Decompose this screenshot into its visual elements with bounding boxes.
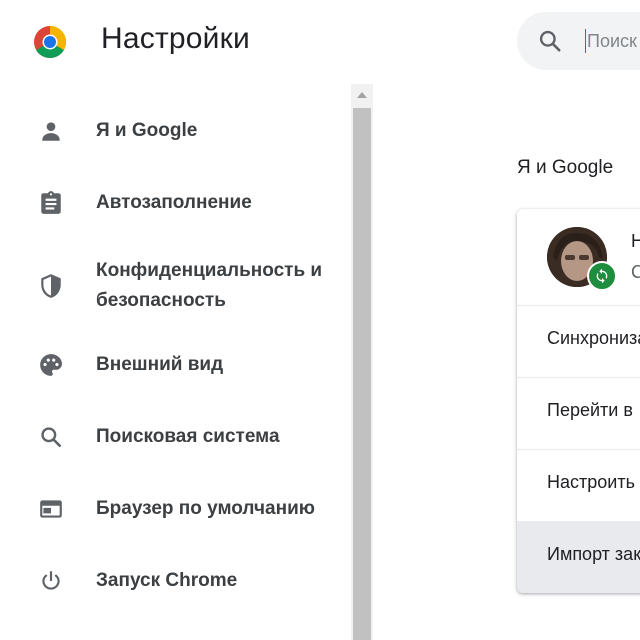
shield-icon [38,273,64,299]
import-bookmarks-row[interactable]: Импорт закладок [517,521,640,593]
row-label: Перейти в [547,400,633,420]
sidebar-item-label: Поисковая система [96,426,280,447]
you-and-google-card: Н С Синхронизация сервисов Google Перейт… [517,209,640,593]
go-to-account-row[interactable]: Перейти в [517,377,640,450]
sidebar-item-privacy-security[interactable]: Конфиденциальность и безопасность [0,254,351,318]
sidebar-item-default-browser[interactable]: Браузер по умолчанию [0,492,351,526]
sidebar-item-autofill[interactable]: Автозаполнение [0,186,351,220]
row-label: Импорт закладок [547,544,640,564]
sidebar: Я и Google Автозаполнение Конфиденциальн… [0,84,351,640]
sidebar-item-search-engine[interactable]: Поисковая система [0,420,351,454]
sidebar-item-label: Конфиденциальность и безопасность [96,260,323,311]
profile-subtitle: С [631,262,640,282]
chrome-logo-icon [33,25,67,59]
sidebar-item-you-and-google[interactable]: Я и Google [0,114,351,148]
sidebar-scrollbar[interactable] [351,84,373,640]
person-icon [38,118,64,144]
scroll-thumb[interactable] [353,108,371,640]
profile-name: Н [631,231,640,251]
search-box[interactable] [517,12,640,70]
browser-window-icon [38,496,64,522]
search-input[interactable] [587,27,640,55]
sidebar-item-label: Внешний вид [96,354,224,375]
row-label: Синхронизация сервисов Google [547,328,640,348]
scroll-up-arrow-icon[interactable] [351,84,373,106]
power-icon [38,568,64,594]
sidebar-item-label: Я и Google [96,120,198,141]
row-label: Настроить [547,472,635,492]
customize-profile-row[interactable]: Настроить [517,449,640,522]
search-icon [38,424,64,450]
section-title: Я и Google [517,157,614,178]
profile-row[interactable]: Н С [517,209,640,305]
palette-icon [38,352,64,378]
sidebar-item-label: Браузер по умолчанию [96,498,315,519]
sync-icon [587,261,617,291]
sidebar-item-appearance[interactable]: Внешний вид [0,348,351,382]
text-caret [585,29,586,53]
sync-services-row[interactable]: Синхронизация сервисов Google [517,305,640,378]
sidebar-item-label: Автозаполнение [96,192,252,213]
clipboard-icon [38,190,64,216]
sidebar-item-on-startup[interactable]: Запуск Chrome [0,564,351,598]
sidebar-item-label: Запуск Chrome [96,570,238,591]
settings-page: Настройки Я и Google Автозаполнение [0,0,640,640]
page-title: Настройки [101,22,250,55]
search-icon [537,28,563,54]
